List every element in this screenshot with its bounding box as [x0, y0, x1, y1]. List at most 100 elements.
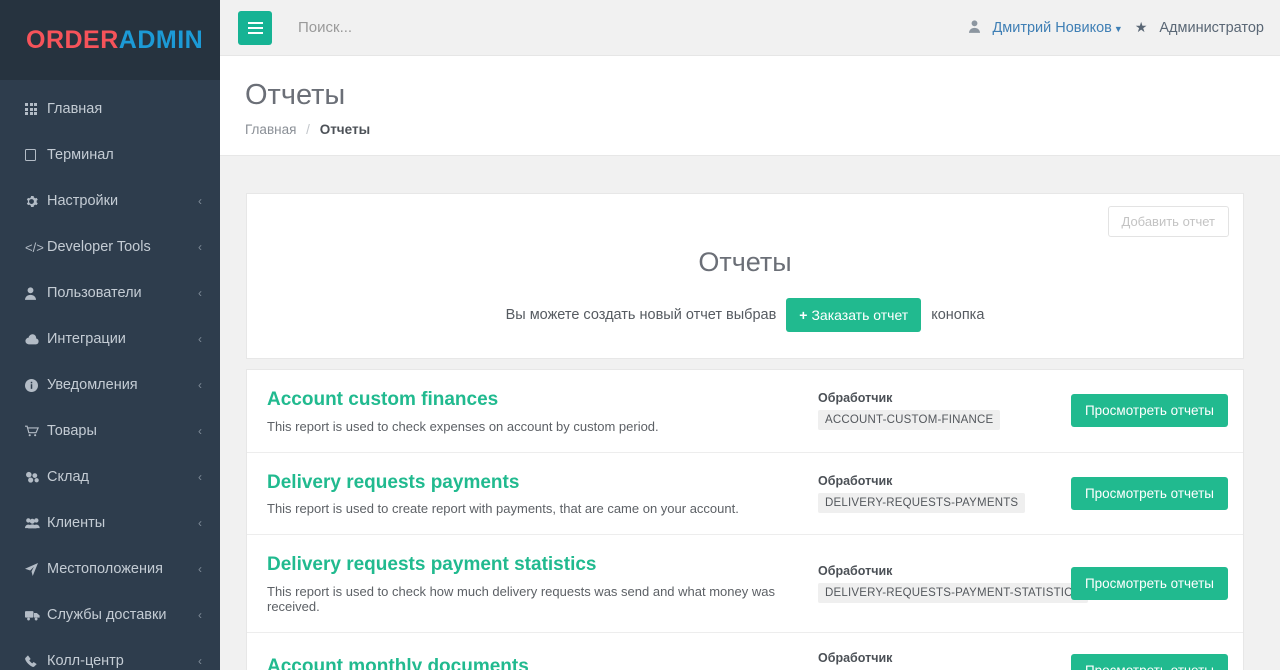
location-arrow-icon	[25, 562, 47, 576]
sidebar-logo-header[interactable]: ORDERADMIN	[0, 0, 220, 80]
truck-icon	[25, 610, 47, 621]
chevron-left-icon: ‹	[198, 286, 202, 300]
page-title: Отчеты	[245, 79, 346, 111]
table-row: Account monthly documents Обработчик ACC…	[247, 633, 1243, 670]
report-info: Account custom finances This report is u…	[267, 388, 818, 434]
intro-text-after: конопка	[931, 306, 985, 323]
report-description: This report is used to check expenses on…	[267, 418, 659, 434]
sidebar-item-label: Местоположения	[47, 561, 163, 577]
sidebar-item-developer-tools[interactable]: </> Developer Tools ‹	[0, 224, 220, 270]
view-reports-button[interactable]: Просмотреть отчеты	[1070, 394, 1228, 428]
user-icon	[969, 19, 981, 36]
content-area: Добавить отчет Отчеты Вы можете создать …	[220, 156, 1280, 670]
view-reports-button[interactable]: Просмотреть отчеты	[1070, 477, 1228, 511]
chevron-left-icon: ‹	[198, 470, 202, 484]
info-icon	[25, 378, 47, 392]
breadcrumb-current: Отчеты	[319, 121, 371, 137]
chevron-left-icon: ‹	[198, 424, 202, 438]
sidebar-item-integracii[interactable]: Интеграции ‹	[0, 316, 220, 362]
sidebar-item-label: Службы доставки	[47, 607, 167, 623]
status-badge: ACCOUNT-CUSTOM-FINANCE	[818, 410, 1001, 431]
sidebar-item-uvedomleniya[interactable]: Уведомления ‹	[0, 362, 220, 408]
sidebar-item-label: Интеграции	[47, 331, 126, 347]
gear-icon	[25, 195, 47, 208]
handler-label: Обработчик	[818, 391, 893, 406]
user-area: Дмитрий Новиков ▼ ★ Администратор	[969, 19, 1264, 36]
status-badge: DELIVERY-REQUESTS-PAYMENT-STATISTICS	[818, 583, 1088, 604]
breadcrumb-home[interactable]: Главная	[245, 122, 296, 137]
report-handler: Обработчик DELIVERY-REQUESTS-PAYMENTS	[818, 474, 1068, 514]
view-reports-button[interactable]: Просмотреть отчеты	[1070, 654, 1228, 670]
sidebar-item-koll-centr[interactable]: Колл-центр ‹	[0, 638, 220, 670]
handler-label: Обработчик	[818, 564, 893, 579]
sidebar-item-glavnaya[interactable]: Главная	[0, 86, 220, 132]
status-badge: DELIVERY-REQUESTS-PAYMENTS	[818, 493, 1026, 514]
breadcrumb: Главная / Отчеты	[245, 122, 1280, 137]
add-report-button[interactable]: Добавить отчет	[1107, 205, 1229, 237]
sidebar-item-label: Пользователи	[47, 285, 142, 301]
report-info: Delivery requests payment statistics Thi…	[267, 553, 818, 614]
sidebar-nav: Главная Терминал Настройки ‹ </> Develop…	[0, 80, 220, 670]
app-root: ORDERADMIN Главная Терминал Настройки ‹ …	[0, 0, 1280, 670]
sidebar-item-label: Колл-центр	[47, 653, 124, 669]
user-name-label: Дмитрий Новиков	[992, 19, 1112, 36]
report-handler: Обработчик DELIVERY-REQUESTS-PAYMENT-STA…	[818, 564, 1088, 604]
chevron-left-icon: ‹	[198, 194, 202, 208]
logo-first: ORDER	[26, 25, 119, 54]
intro-heading: Отчеты	[698, 246, 792, 277]
report-actions: Просмотреть отчеты	[1068, 477, 1228, 511]
sidebar-item-polzovateli[interactable]: Пользователи ‹	[0, 270, 220, 316]
star-icon[interactable]: ★	[1135, 19, 1148, 36]
sidebar-item-tovary[interactable]: Товары ‹	[0, 408, 220, 454]
users-icon	[25, 517, 47, 529]
sidebar-item-nastroyki[interactable]: Настройки ‹	[0, 178, 220, 224]
report-actions: Просмотреть отчеты	[1068, 394, 1228, 428]
user-menu-button[interactable]: Дмитрий Новиков ▼	[992, 20, 1122, 36]
plus-icon: +	[799, 306, 808, 323]
table-row: Delivery requests payment statistics Thi…	[247, 535, 1243, 634]
sidebar-item-mestopolozheniya[interactable]: Местоположения ‹	[0, 546, 220, 592]
view-reports-button[interactable]: Просмотреть отчеты	[1070, 567, 1228, 601]
reports-list: Account custom finances This report is u…	[246, 368, 1244, 670]
topbar: Дмитрий Новиков▼ ★ Администратор	[220, 0, 1280, 56]
sidebar-item-label: Developer Tools	[47, 239, 151, 255]
intro-description-row: Вы можете создать новый отчет выбрав + За…	[261, 297, 1229, 332]
table-row: Account custom finances This report is u…	[247, 370, 1243, 453]
sidebar-item-klienty[interactable]: Клиенты ‹	[0, 500, 220, 546]
order-report-button[interactable]: + Заказать отчет	[786, 297, 922, 332]
user-icon	[25, 286, 47, 300]
report-handler: Обработчик ACCOUNT-MONTHLY-FINANCE	[818, 651, 1068, 670]
chevron-left-icon: ‹	[198, 240, 202, 254]
intro-card: Добавить отчет Отчеты Вы можете создать …	[246, 192, 1244, 359]
order-report-label: Заказать отчет	[811, 306, 909, 323]
cloud-icon	[25, 333, 47, 345]
report-description: This report is used to check how much de…	[267, 584, 775, 615]
sidebar-item-sklad[interactable]: Склад ‹	[0, 454, 220, 500]
boxes-icon	[25, 471, 47, 483]
sidebar-item-label: Главная	[47, 101, 103, 117]
report-title[interactable]: Account custom finances	[267, 388, 818, 412]
report-title[interactable]: Delivery requests payment statistics	[267, 553, 818, 577]
search-input[interactable]	[298, 19, 970, 36]
logo-second: ADMIN	[118, 25, 204, 54]
cart-icon	[25, 425, 47, 437]
report-title[interactable]: Account monthly documents	[267, 655, 818, 670]
sidebar-item-label: Терминал	[47, 147, 114, 163]
report-actions: Просмотреть отчеты	[1068, 654, 1228, 670]
terminal-icon	[25, 149, 47, 161]
sidebar-item-label: Товары	[47, 423, 97, 439]
intro-text-before: Вы можете создать новый отчет выбрав	[505, 306, 777, 323]
sidebar-item-terminal[interactable]: Терминал	[0, 132, 220, 178]
grid-icon	[25, 103, 47, 115]
chevron-left-icon: ‹	[198, 332, 202, 346]
chevron-left-icon: ‹	[198, 654, 202, 668]
sidebar-item-label: Склад	[47, 469, 89, 485]
table-row: Delivery requests payments This report i…	[247, 453, 1243, 536]
sidebar: ORDERADMIN Главная Терминал Настройки ‹ …	[0, 0, 220, 670]
phone-icon	[25, 654, 47, 668]
user-role-label: Администратор	[1159, 19, 1264, 36]
logo: ORDERADMIN	[26, 26, 203, 55]
hamburger-icon[interactable]	[238, 10, 272, 45]
report-title[interactable]: Delivery requests payments	[267, 471, 818, 495]
sidebar-item-sluzhby-dostavki[interactable]: Службы доставки ‹	[0, 592, 220, 638]
